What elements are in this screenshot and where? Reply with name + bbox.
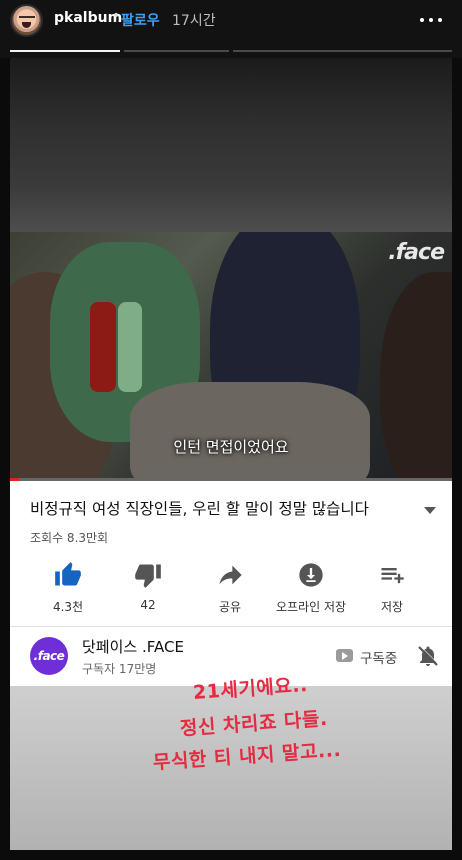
playlist-add-icon (381, 568, 404, 584)
video-watermark: .face (388, 240, 445, 265)
thumbs-down-icon (135, 564, 161, 588)
save-label: 저장 (380, 600, 404, 614)
story-progress-segment-2 (124, 50, 229, 52)
follow-button[interactable]: 팔로우 (121, 10, 160, 30)
offline-save-label: 오프라인 저장 (275, 600, 347, 614)
video-player[interactable]: .face 인턴 면접이었어요 (10, 232, 452, 480)
story-progress-segment-1 (10, 50, 120, 52)
youtube-icon (336, 649, 353, 662)
like-button[interactable]: 4.3천 (26, 561, 110, 615)
view-count: 조회수 8.3만회 (30, 531, 109, 545)
thumbs-up-icon (55, 562, 81, 586)
expand-chevron-icon[interactable] (424, 507, 436, 514)
separator-dot: • (112, 8, 121, 24)
video-subtitle: 인턴 면접이었어요 (173, 438, 289, 456)
channel-avatar[interactable]: .face (30, 637, 68, 675)
avatar-mouth (22, 22, 31, 28)
story-progress-segment-3 (233, 50, 452, 52)
share-label: 공유 (218, 600, 242, 614)
download-icon (299, 563, 323, 587)
subscribed-label: 구독중 (360, 651, 398, 667)
video-title[interactable]: 비정규직 여성 직장인들, 우린 할 말이 정말 많습니다 (30, 497, 410, 519)
share-button[interactable]: 공유 (188, 561, 272, 615)
more-horizontal-icon[interactable] (420, 10, 444, 30)
subscribed-button[interactable]: 구독중 (336, 647, 406, 667)
notification-off-icon[interactable] (416, 644, 440, 668)
dislike-button[interactable]: 42 (106, 561, 190, 612)
scene-table (130, 382, 370, 480)
scene-bottle-red (90, 302, 116, 392)
channel-name[interactable]: 닷페이스 .FACE (82, 636, 184, 657)
profile-avatar[interactable] (10, 4, 43, 37)
scene-bottle-green (118, 302, 142, 392)
avatar-eyes (19, 16, 35, 18)
share-icon (219, 565, 242, 585)
timestamp: 17시간 (172, 13, 216, 29)
like-count: 4.3천 (52, 600, 84, 614)
offline-save-button[interactable]: 오프라인 저장 (269, 561, 353, 615)
dislike-count: 42 (140, 598, 156, 612)
subscriber-count: 구독자 17만명 (82, 662, 157, 676)
save-button[interactable]: 저장 (350, 561, 434, 615)
